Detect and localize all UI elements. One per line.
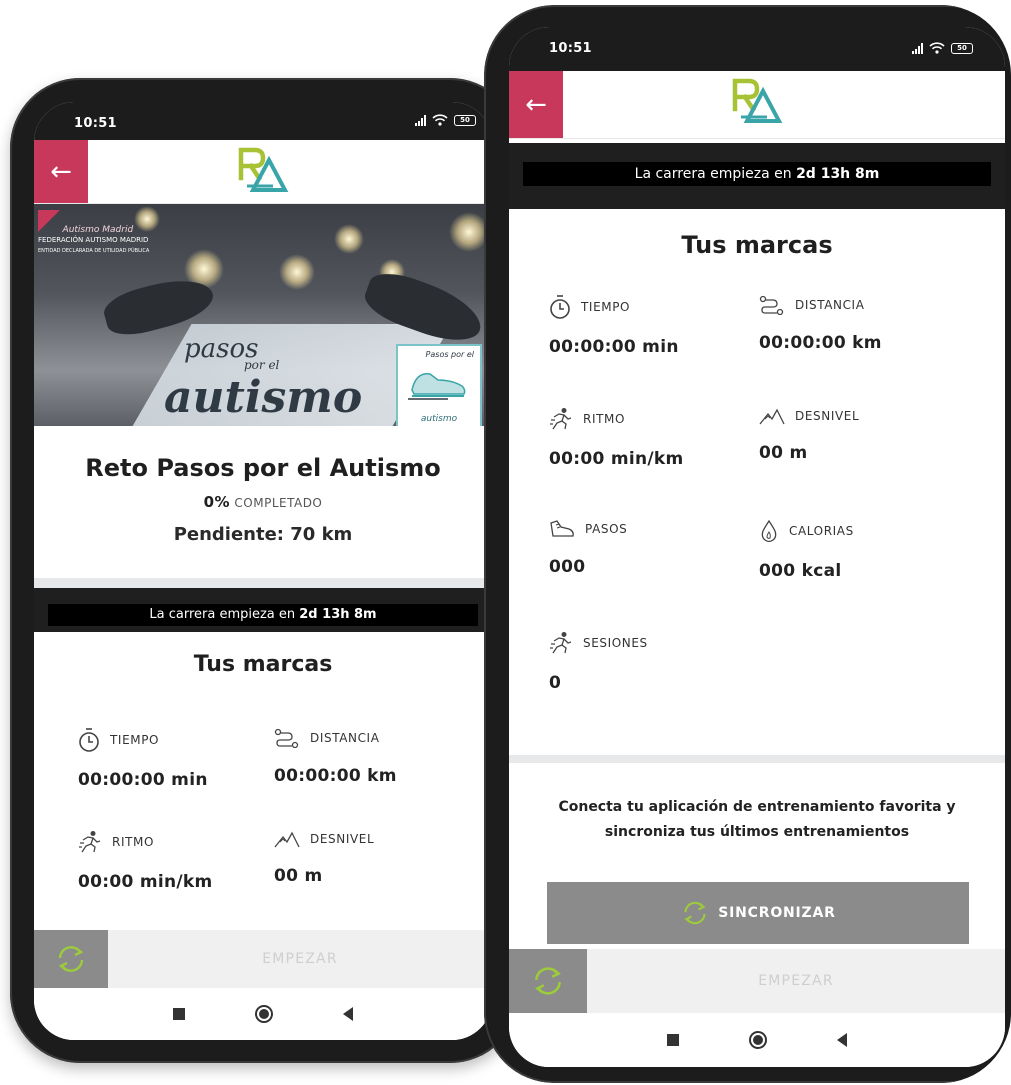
- battery-icon: 50: [951, 42, 973, 54]
- sync-square-button[interactable]: [34, 930, 108, 988]
- ra-logo: [238, 147, 289, 192]
- start-button[interactable]: EMPEZAR: [587, 949, 1005, 1013]
- organization-logo: Autismo Madrid FEDERACIÓN AUTISMO MADRID…: [38, 210, 149, 256]
- stat-pasos: PASOS 000: [549, 519, 749, 577]
- stat-tiempo: TIEMPO 00:00:00 min: [78, 728, 278, 790]
- challenge-progress: 0% COMPLETADO: [203, 493, 323, 511]
- stat-calorias: CALORIAS 000 kcal: [759, 519, 959, 581]
- runner-icon: [550, 632, 572, 654]
- stat-distancia: DISTANCIA 00:00:00 km: [274, 728, 474, 786]
- wifi-icon: [929, 42, 945, 54]
- marks-title: Tus marcas: [681, 231, 833, 259]
- runner-icon: [79, 831, 101, 853]
- sync-icon: [535, 967, 561, 995]
- route-icon: [274, 728, 299, 748]
- countdown-time: 2d 13h 8m: [299, 607, 377, 622]
- back-nav-icon[interactable]: [343, 1007, 353, 1021]
- runner-icon: [550, 408, 572, 430]
- android-nav-bar: [509, 1013, 1005, 1067]
- shoe-icon: [550, 520, 574, 537]
- wifi-icon: [432, 114, 448, 126]
- route-icon: [759, 295, 784, 315]
- start-button[interactable]: EMPEZAR: [108, 930, 492, 988]
- signal-icon: [912, 42, 923, 54]
- back-button[interactable]: ←: [34, 140, 88, 203]
- status-icons: 50: [912, 42, 973, 54]
- android-nav-bar: [34, 988, 492, 1040]
- status-time: 10:51: [549, 41, 592, 56]
- stopwatch-icon: [79, 728, 99, 752]
- sync-message: Conecta tu aplicación de entrenamiento f…: [558, 799, 956, 840]
- stat-tiempo: TIEMPO 00:00:00 min: [549, 295, 749, 357]
- signal-icon: [415, 114, 426, 126]
- battery-icon: 50: [454, 114, 476, 126]
- marks-title: Tus marcas: [193, 652, 333, 677]
- sync-icon: [684, 901, 706, 925]
- phone-right-screen: 10:51 50 ← La carrera empieza en 2d 13h …: [509, 27, 1005, 1067]
- sync-square-button[interactable]: [509, 949, 587, 1013]
- challenge-pending: Pendiente: 70 km: [173, 524, 353, 545]
- back-button[interactable]: ←: [509, 71, 563, 138]
- phone-left: 10:51 50 ← Autismo Madrid FEDERACIÓN AUT…: [10, 78, 520, 1063]
- stat-distancia: DISTANCIA 00:00:00 km: [759, 295, 959, 353]
- campaign-script-title: pasos por el autismo: [164, 334, 363, 423]
- campaign-badge: Pasos por el autismo: [396, 344, 482, 426]
- status-icons: 50: [415, 114, 476, 126]
- stat-sesiones: SESIONES 0: [549, 631, 749, 693]
- back-nav-icon[interactable]: [837, 1033, 847, 1047]
- status-bar: 10:51 50: [34, 102, 492, 140]
- mountains-icon: [274, 831, 300, 848]
- race-countdown: La carrera empieza en 2d 13h 8m: [509, 143, 1005, 209]
- app-header: ←: [509, 71, 1005, 139]
- mountains-icon: [759, 408, 785, 425]
- stat-ritmo: RITMO 00:00 min/km: [549, 407, 749, 469]
- sneaker-icon: [408, 373, 466, 400]
- home-icon[interactable]: [255, 1005, 273, 1023]
- recent-apps-icon[interactable]: [173, 1008, 185, 1020]
- stat-ritmo: RITMO 00:00 min/km: [78, 830, 278, 892]
- challenge-summary: Reto Pasos por el Autismo 0% COMPLETADO …: [34, 426, 492, 566]
- home-icon[interactable]: [749, 1031, 767, 1049]
- status-bar: 10:51 50: [509, 27, 1005, 71]
- bottom-action-bar: EMPEZAR: [34, 930, 492, 988]
- sync-icon: [58, 946, 84, 972]
- phone-left-screen: 10:51 50 ← Autismo Madrid FEDERACIÓN AUT…: [34, 102, 492, 1040]
- challenge-banner-image: Autismo Madrid FEDERACIÓN AUTISMO MADRID…: [34, 204, 492, 426]
- stat-desnivel: DESNIVEL 00 m: [759, 408, 860, 463]
- stat-desnivel: DESNIVEL 00 m: [274, 831, 375, 886]
- flame-icon: [761, 519, 777, 543]
- section-divider: [509, 755, 1005, 763]
- challenge-title: Reto Pasos por el Autismo: [85, 454, 441, 482]
- recent-apps-icon[interactable]: [667, 1034, 679, 1046]
- sync-button[interactable]: SINCRONIZAR: [547, 882, 969, 944]
- status-time: 10:51: [74, 116, 117, 131]
- ra-logo: [732, 78, 783, 123]
- race-countdown: La carrera empieza en 2d 13h 8m: [34, 578, 492, 632]
- phone-right: 10:51 50 ← La carrera empieza en 2d 13h …: [484, 5, 1011, 1083]
- bottom-action-bar: EMPEZAR: [509, 949, 1005, 1013]
- stopwatch-icon: [550, 295, 570, 319]
- app-header: ←: [34, 140, 492, 204]
- countdown-time: 2d 13h 8m: [796, 166, 880, 182]
